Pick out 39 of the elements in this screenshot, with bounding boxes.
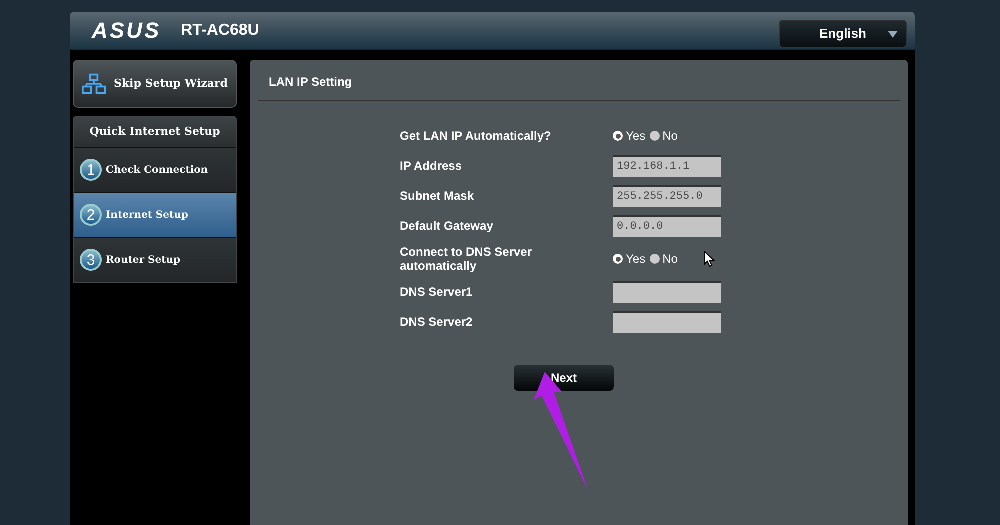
step-number: 1 [80, 159, 102, 181]
model-name: RT-AC68U [181, 20, 260, 40]
language-dropdown[interactable]: English [779, 20, 907, 48]
radio-option[interactable]: Yes [613, 250, 646, 268]
next-button[interactable]: Next [514, 365, 614, 391]
panel-title: LAN IP Setting [269, 75, 352, 89]
text-field[interactable]: 0.0.0.0 [613, 215, 721, 237]
field-label: IP Address [400, 159, 464, 173]
radio-button[interactable] [613, 254, 623, 264]
mouse-cursor-icon [704, 251, 715, 267]
text-field[interactable]: 255.255.255.0 [613, 185, 721, 207]
step-label: Check Connection [106, 164, 208, 178]
network-icon [82, 73, 106, 95]
section-title: Quick Internet Setup [90, 124, 220, 140]
field-label: Subnet Mask [400, 189, 476, 203]
text-field[interactable] [613, 281, 721, 303]
step-item[interactable]: 1 Check Connection [74, 147, 236, 192]
step-label: Internet Setup [106, 208, 188, 222]
step-number: 2 [80, 204, 102, 226]
brand-logo: ASUS [92, 20, 162, 42]
skip-wizard-button[interactable]: Skip Setup Wizard [73, 60, 237, 108]
field-label: Get LAN IP Automatically? [400, 129, 552, 143]
step-label: Router Setup [106, 254, 180, 268]
step-item[interactable]: 3 Router Setup [74, 237, 236, 282]
radio-option[interactable]: Yes [613, 127, 646, 145]
radio-button[interactable] [650, 131, 660, 141]
field-label: DNS Server1 [400, 285, 474, 299]
step-item[interactable]: 2 Internet Setup [74, 192, 236, 237]
field-label: Connect to DNS Server automatically [400, 245, 534, 273]
radio-option[interactable]: No [650, 250, 678, 268]
radio-option[interactable]: No [650, 127, 678, 145]
text-field[interactable]: 192.168.1.1 [613, 155, 721, 177]
caret-icon [888, 30, 898, 38]
text-field[interactable] [613, 311, 721, 333]
radio-button[interactable] [613, 131, 623, 141]
field-label: Default Gateway [400, 219, 494, 233]
step-number: 3 [80, 249, 102, 271]
radio-button[interactable] [650, 254, 660, 264]
field-label: DNS Server2 [400, 315, 474, 329]
